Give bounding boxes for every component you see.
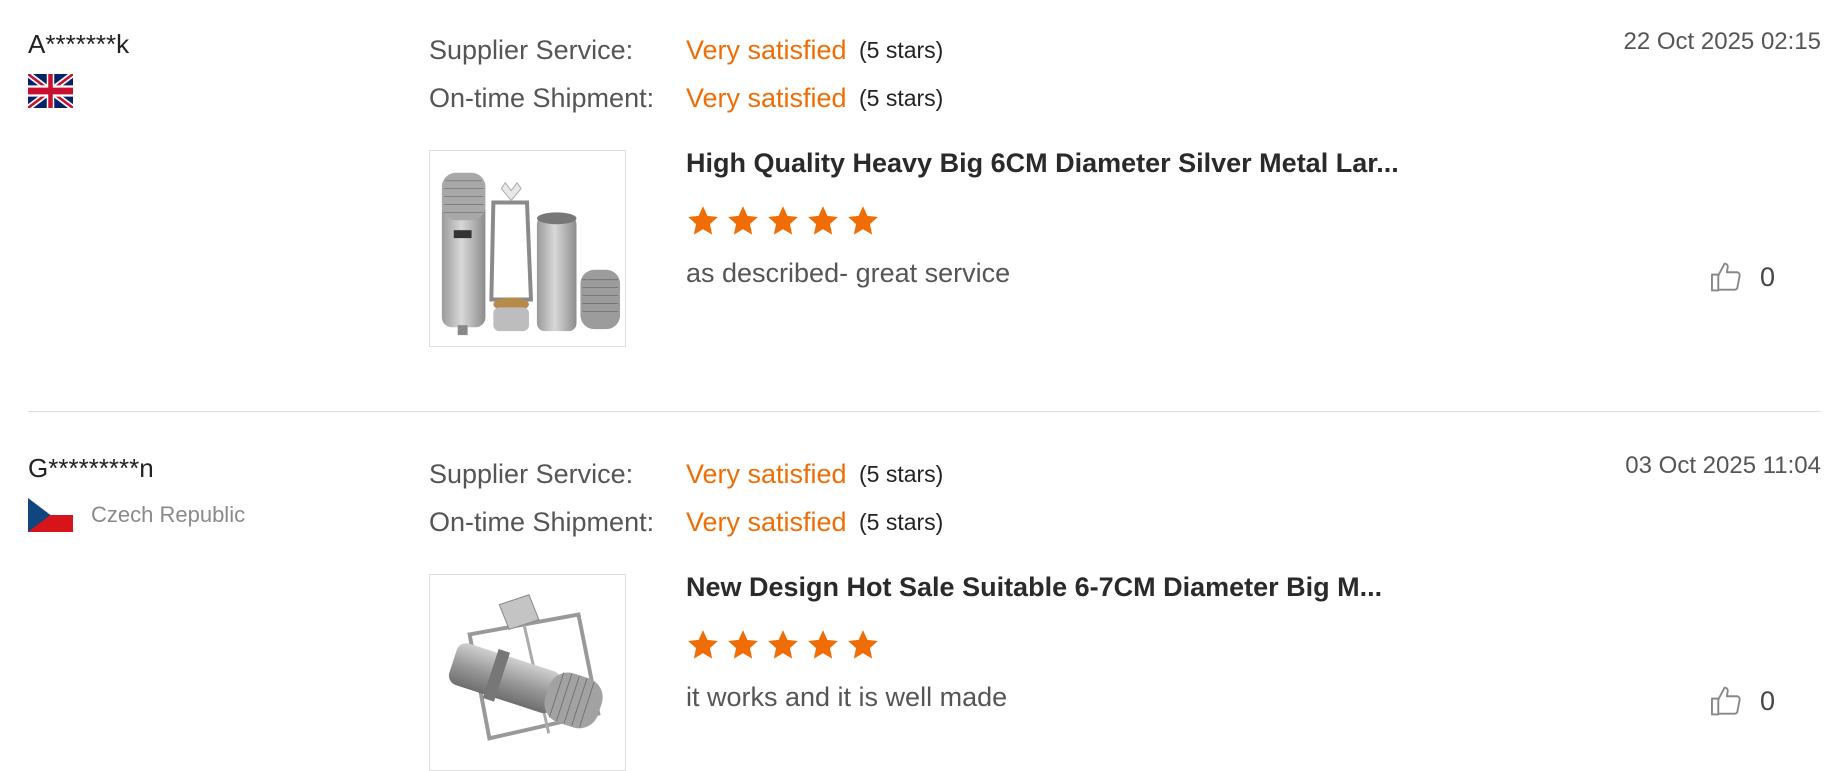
like-button[interactable]: 0 [1708, 682, 1775, 720]
supplier-service-stars: (5 stars) [859, 36, 944, 63]
star-icon [728, 206, 758, 235]
shipment-value: Very satisfied [686, 82, 847, 113]
star-icon [808, 630, 838, 659]
thumbs-up-icon [1710, 686, 1741, 716]
shipment-label: On-time Shipment: [429, 82, 655, 113]
ratings-block: Supplier Service: Very satisfied (5 star… [429, 26, 943, 122]
supplier-service-label: Supplier Service: [429, 34, 634, 65]
like-count: 0 [1759, 261, 1775, 292]
country-name: Czech Republic [91, 502, 246, 527]
like-count: 0 [1759, 685, 1775, 716]
star-icon [688, 630, 718, 659]
thumbs-up-icon [1710, 262, 1741, 292]
czech-flag-icon [28, 498, 73, 532]
ratings-block: Supplier Service: Very satisfied (5 star… [429, 450, 943, 546]
supplier-service-row: Supplier Service: Very satisfied (5 star… [429, 26, 943, 74]
star-rating [686, 204, 880, 238]
buyer-name: A*******k [28, 29, 130, 59]
star-icon [768, 206, 798, 235]
shipment-stars: (5 stars) [859, 84, 944, 111]
product-thumbnail[interactable] [429, 574, 626, 771]
shipment-label: On-time Shipment: [429, 506, 655, 537]
star-icon [808, 206, 838, 235]
review-date: 22 Oct 2025 02:15 [1623, 28, 1821, 55]
shipment-stars: (5 stars) [859, 508, 944, 535]
supplier-service-row: Supplier Service: Very satisfied (5 star… [429, 450, 943, 498]
star-icon [768, 630, 798, 659]
star-icon [848, 206, 878, 235]
star-rating [686, 628, 880, 662]
supplier-service-value: Very satisfied [686, 34, 847, 65]
uk-flag-icon [28, 74, 73, 108]
product-title[interactable]: High Quality Heavy Big 6CM Diameter Silv… [686, 148, 1399, 179]
product-title[interactable]: New Design Hot Sale Suitable 6-7CM Diame… [686, 572, 1382, 603]
review-card: A*******k Supplier Service: Very satisfi… [28, 0, 1821, 412]
supplier-service-stars: (5 stars) [859, 460, 944, 487]
shipment-value: Very satisfied [686, 506, 847, 537]
review-comment: it works and it is well made [686, 682, 1008, 712]
shipment-row: On-time Shipment: Very satisfied (5 star… [429, 498, 943, 546]
buyer-info: A*******k [28, 26, 388, 108]
product-thumbnail[interactable] [429, 150, 626, 347]
like-button[interactable]: 0 [1708, 258, 1775, 296]
country-row: Czech Republic [28, 498, 388, 532]
supplier-service-label: Supplier Service: [429, 458, 634, 489]
shipment-row: On-time Shipment: Very satisfied (5 star… [429, 74, 943, 122]
microphone-shockmount-image [448, 594, 603, 741]
buyer-info: G*********n Czech Republic [28, 450, 388, 532]
review-date: 03 Oct 2025 11:04 [1625, 452, 1821, 479]
star-icon [688, 206, 718, 235]
country-row [28, 74, 388, 108]
review-comment: as described- great service [686, 258, 1011, 288]
star-icon [848, 630, 878, 659]
buyer-name: G*********n [28, 453, 154, 483]
supplier-service-value: Very satisfied [686, 458, 847, 489]
star-icon [728, 630, 758, 659]
review-card: G*********n Czech Republic Supplier Serv… [28, 424, 1821, 771]
microphone-parts-image [441, 172, 621, 336]
